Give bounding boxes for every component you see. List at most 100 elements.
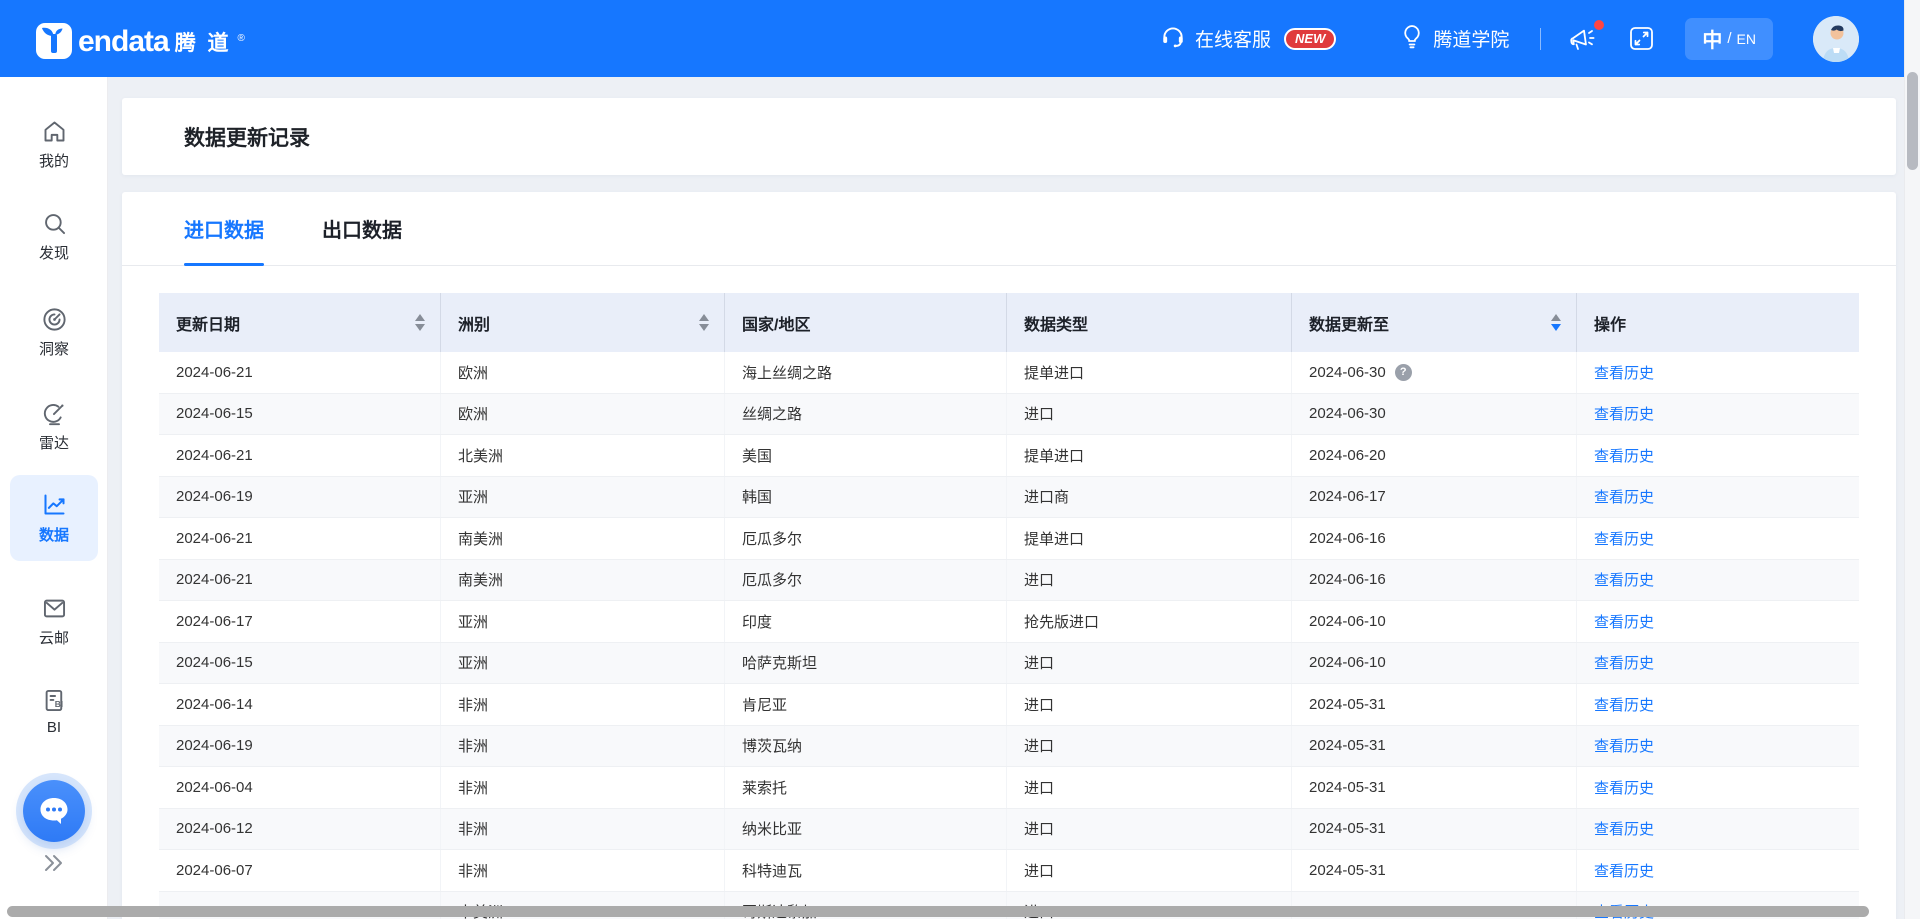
announcement-button[interactable] (1568, 25, 1598, 53)
sort-control[interactable] (1551, 314, 1561, 331)
cell-continent: 欧洲 (441, 394, 725, 435)
vertical-scrollbar-thumb[interactable] (1907, 72, 1918, 170)
help-icon[interactable]: ? (1395, 364, 1412, 381)
user-avatar[interactable] (1813, 16, 1859, 62)
logo-leaf-icon (36, 23, 72, 59)
sort-descending-icon[interactable] (415, 324, 425, 331)
logo-wordmark: endata (78, 25, 169, 59)
updated-to-date: 2024-05-31 (1309, 779, 1386, 796)
column-label: 数据类型 (1024, 311, 1088, 335)
fullscreen-button[interactable] (1628, 25, 1655, 52)
cell-updated-to: 2024-05-31 (1292, 850, 1577, 891)
view-history-link[interactable]: 查看历史 (1594, 652, 1654, 673)
table-row: 2024-06-14非洲肯尼亚进口2024-05-31查看历史 (159, 684, 1859, 726)
cell-action: 查看历史 (1577, 601, 1859, 642)
table-row: 2024-06-21北美洲美国提单进口2024-06-20查看历史 (159, 435, 1859, 477)
sort-control[interactable] (699, 314, 709, 331)
column-label: 更新日期 (176, 311, 240, 335)
cell-country-region: 博茨瓦纳 (725, 726, 1007, 767)
cell-continent: 非洲 (441, 726, 725, 767)
view-history-link[interactable]: 查看历史 (1594, 735, 1654, 756)
cell-update-date: 2024-06-15 (159, 643, 441, 684)
tendata-logo[interactable]: endata 腾 道 ® (36, 19, 245, 59)
cell-data-type: 进口 (1007, 684, 1292, 725)
table-row: 2024-06-21南美洲厄瓜多尔提单进口2024-06-16查看历史 (159, 518, 1859, 560)
sidebar-item-radar[interactable]: 雷达 (0, 400, 108, 453)
cell-action: 查看历史 (1577, 394, 1859, 435)
table-row: 2024-06-07非洲科特迪瓦进口2024-05-31查看历史 (159, 850, 1859, 892)
sort-ascending-icon[interactable] (699, 314, 709, 321)
sort-descending-icon[interactable] (699, 324, 709, 331)
radar-icon (41, 400, 68, 427)
sidebar-collapse-button[interactable] (0, 852, 108, 874)
logo-chinese: 腾 道 (175, 29, 232, 59)
column-header-5[interactable]: 数据更新至 (1292, 293, 1577, 352)
updated-to-date: 2024-05-31 (1309, 820, 1386, 837)
chat-bubble-icon (37, 795, 71, 827)
cell-update-date: 2024-06-21 (159, 352, 441, 393)
cell-data-type: 提单进口 (1007, 518, 1292, 559)
table-row: 2024-06-19非洲博茨瓦纳进口2024-05-31查看历史 (159, 726, 1859, 768)
cell-continent: 北美洲 (441, 435, 725, 476)
vertical-scrollbar[interactable] (1904, 0, 1920, 919)
online-service-label: 在线客服 (1195, 25, 1271, 52)
header-divider (1540, 28, 1541, 50)
column-header-2[interactable]: 洲别 (441, 293, 725, 352)
table-row: 2024-06-04非洲莱索托进口2024-05-31查看历史 (159, 767, 1859, 809)
cell-data-type: 进口 (1007, 560, 1292, 601)
insight-icon (41, 306, 68, 333)
view-history-link[interactable]: 查看历史 (1594, 694, 1654, 715)
sidebar-item-home[interactable]: 我的 (0, 118, 108, 171)
academy-button[interactable]: 腾道学院 (1400, 23, 1509, 55)
tab-import-data[interactable]: 进口数据 (184, 192, 264, 265)
cell-action: 查看历史 (1577, 435, 1859, 476)
tab-export-data[interactable]: 出口数据 (322, 192, 402, 265)
view-history-link[interactable]: 查看历史 (1594, 445, 1654, 466)
cell-data-type: 进口 (1007, 767, 1292, 808)
sidebar-item-insight[interactable]: 洞察 (0, 306, 108, 359)
cell-update-date: 2024-06-19 (159, 726, 441, 767)
sidebar: 我的 发现 洞察 雷达 数据 (0, 77, 108, 919)
sidebar-item-label: 数据 (39, 524, 69, 545)
sort-ascending-icon[interactable] (415, 314, 425, 321)
sidebar-item-bi[interactable]: BI BI (0, 687, 108, 736)
view-history-link[interactable]: 查看历史 (1594, 569, 1654, 590)
view-history-link[interactable]: 查看历史 (1594, 860, 1654, 881)
column-header-1[interactable]: 更新日期 (159, 293, 441, 352)
view-history-link[interactable]: 查看历史 (1594, 403, 1654, 424)
sidebar-item-label: 云邮 (39, 627, 69, 648)
sidebar-item-discover[interactable]: 发现 (0, 210, 108, 263)
cell-update-date: 2024-06-21 (159, 518, 441, 559)
cell-action: 查看历史 (1577, 643, 1859, 684)
column-header-4: 数据类型 (1007, 293, 1292, 352)
cell-updated-to: 2024-06-20 (1292, 435, 1577, 476)
cell-continent: 南美洲 (441, 560, 725, 601)
cell-updated-to: 2024-06-10 (1292, 643, 1577, 684)
updated-to-date: 2024-05-31 (1309, 862, 1386, 879)
sort-ascending-icon[interactable] (1551, 314, 1561, 321)
cell-action: 查看历史 (1577, 352, 1859, 393)
view-history-link[interactable]: 查看历史 (1594, 486, 1654, 507)
cell-action: 查看历史 (1577, 850, 1859, 891)
chat-fab-button[interactable] (23, 780, 85, 842)
view-history-link[interactable]: 查看历史 (1594, 528, 1654, 549)
cell-updated-to: 2024-05-31 (1292, 809, 1577, 850)
language-toggle[interactable]: 中 / EN (1685, 18, 1773, 60)
sort-descending-icon[interactable] (1551, 324, 1561, 331)
view-history-link[interactable]: 查看历史 (1594, 777, 1654, 798)
notification-dot (1594, 20, 1604, 30)
view-history-link[interactable]: 查看历史 (1594, 362, 1654, 383)
updated-to-date: 2024-06-17 (1309, 488, 1386, 505)
tabs-row: 进口数据 出口数据 (122, 192, 1896, 266)
sidebar-item-mail[interactable]: 云邮 (0, 595, 108, 648)
view-history-link[interactable]: 查看历史 (1594, 818, 1654, 839)
data-update-card: 进口数据 出口数据 更新日期洲别国家/地区数据类型数据更新至操作 2024-06… (122, 192, 1896, 919)
sort-control[interactable] (415, 314, 425, 331)
view-history-link[interactable]: 查看历史 (1594, 611, 1654, 632)
sidebar-item-data[interactable]: 数据 (10, 475, 98, 561)
horizontal-scrollbar-thumb[interactable] (7, 906, 1869, 917)
cell-country-region: 厄瓜多尔 (725, 518, 1007, 559)
cell-update-date: 2024-06-04 (159, 767, 441, 808)
cell-updated-to: 2024-06-16 (1292, 560, 1577, 601)
online-service-button[interactable]: 在线客服 NEW (1160, 23, 1336, 55)
